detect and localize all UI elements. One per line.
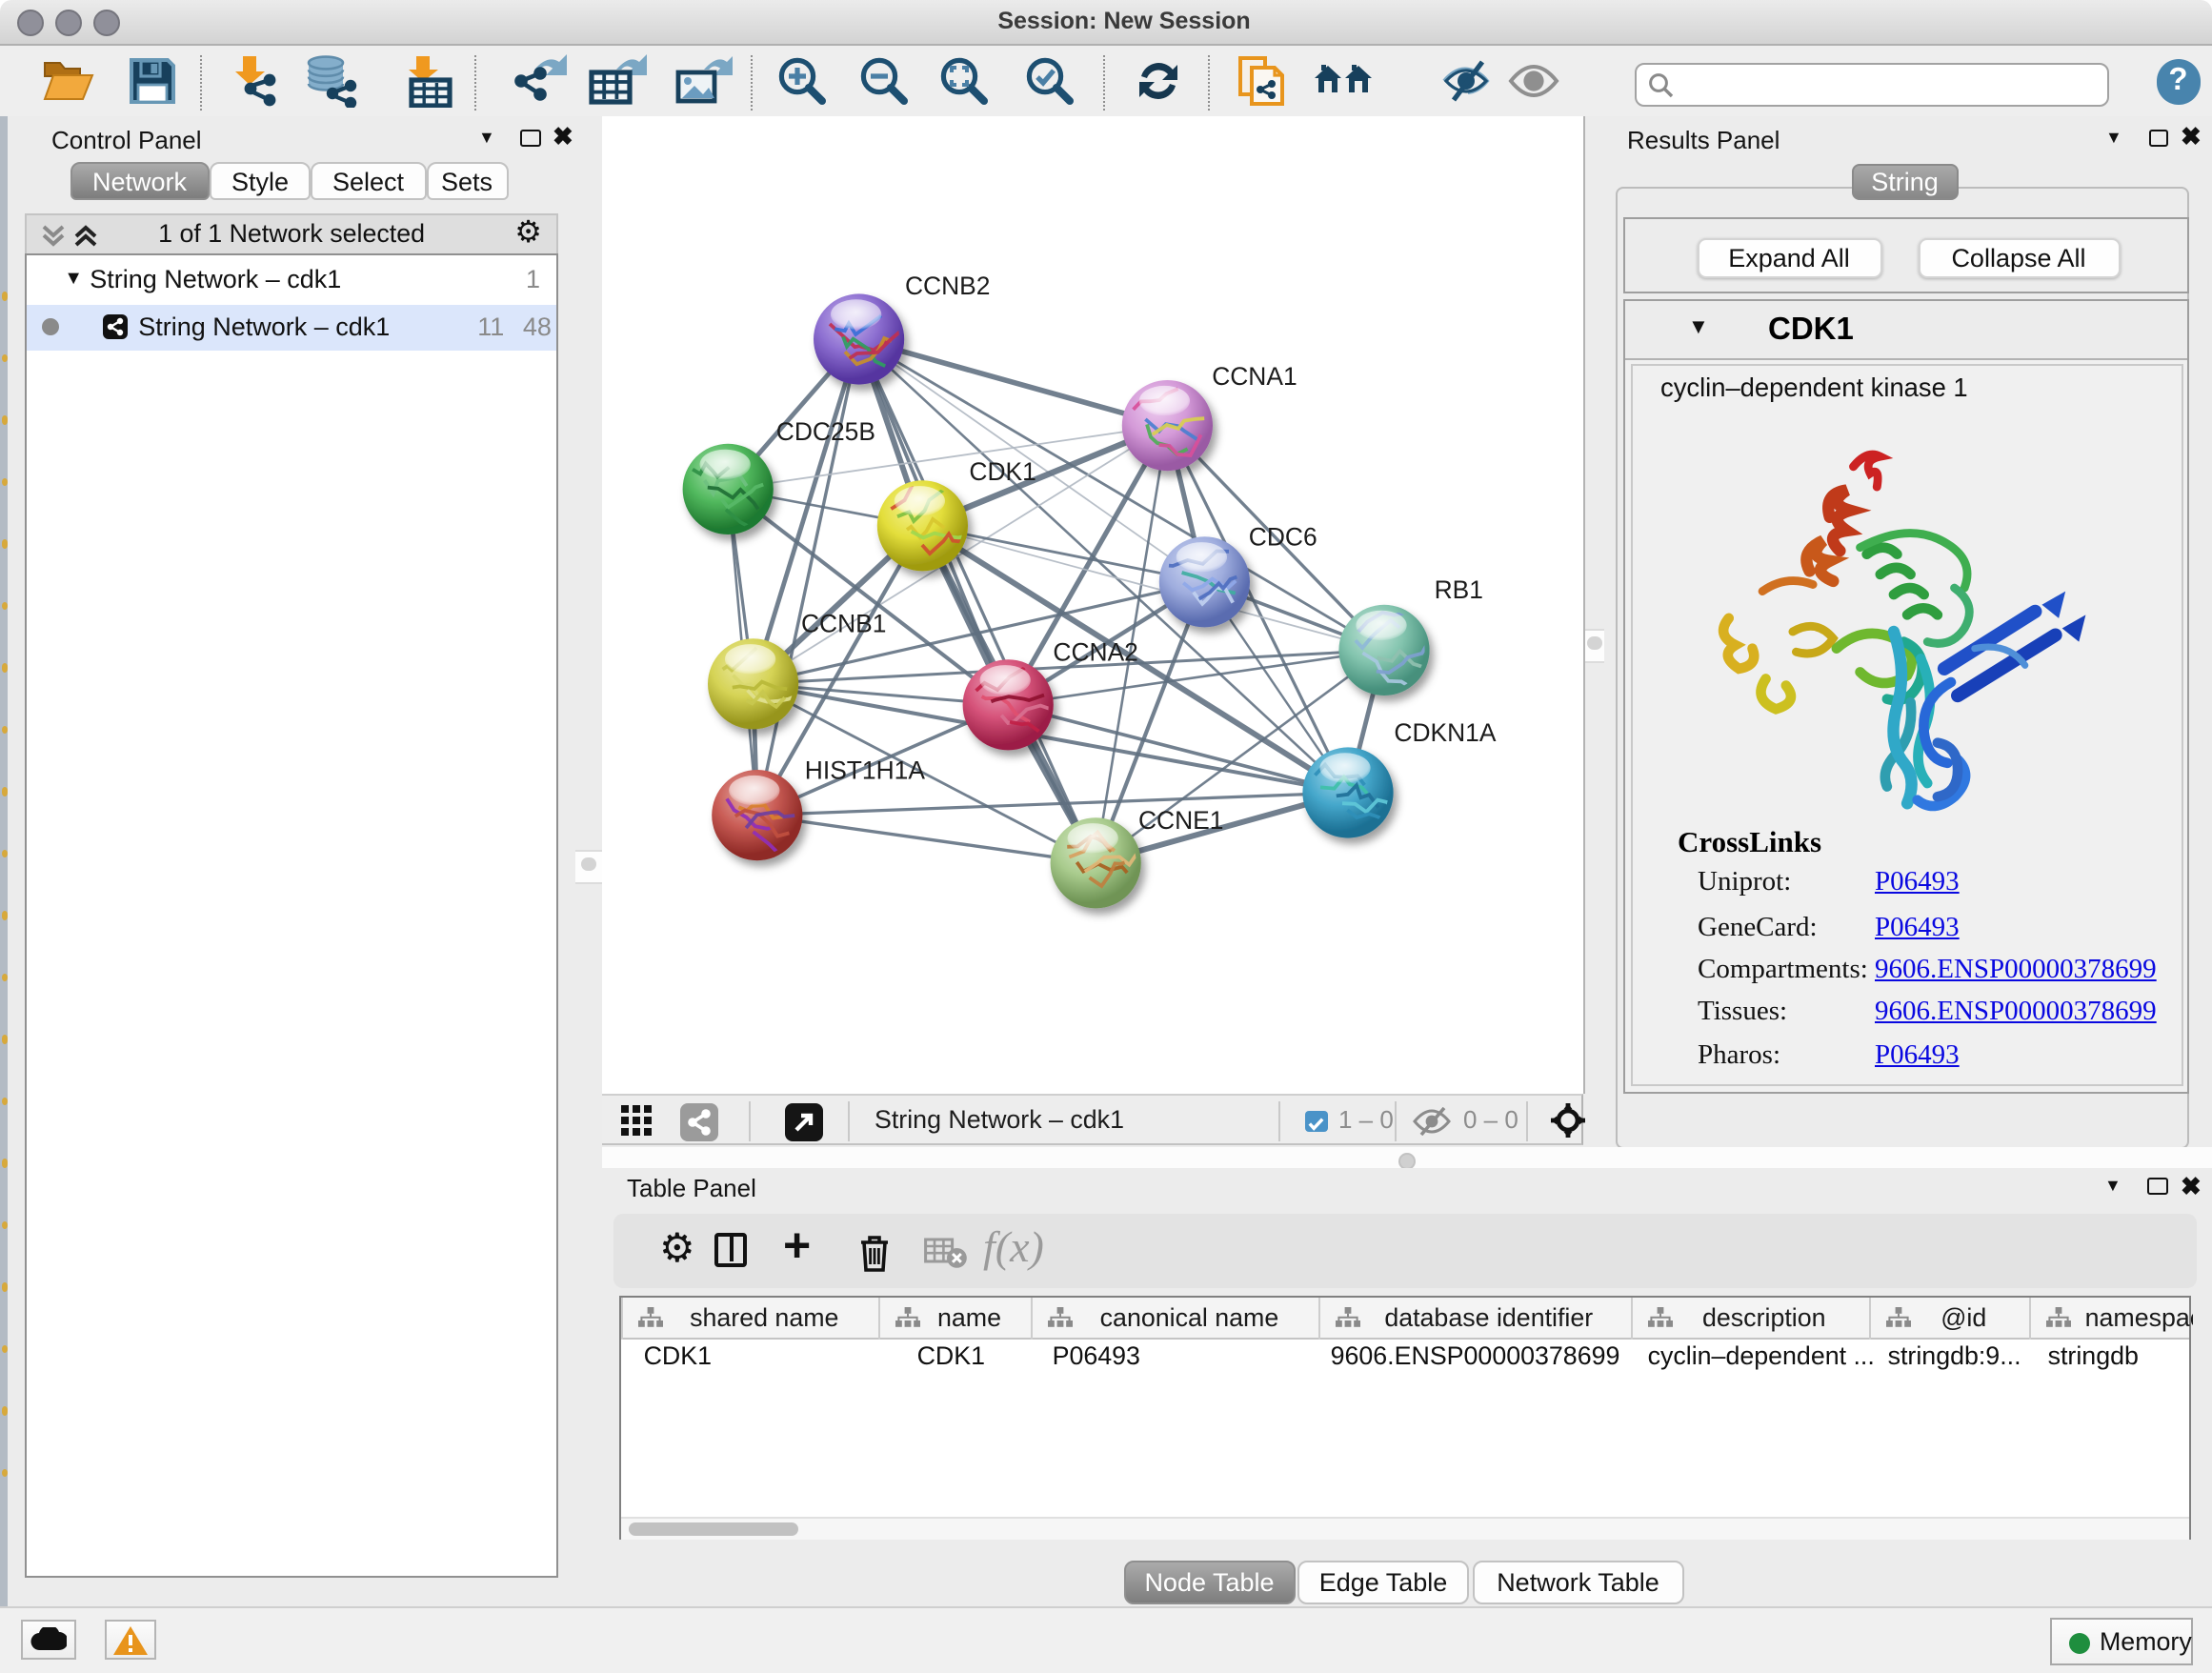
svg-text:CCNB1: CCNB1 — [800, 610, 885, 638]
svg-text:CCNB2: CCNB2 — [904, 272, 989, 300]
svg-text:CCNA2: CCNA2 — [1052, 638, 1136, 667]
svg-text:CCNA1: CCNA1 — [1211, 362, 1296, 391]
svg-text:CDK1: CDK1 — [968, 457, 1035, 486]
svg-text:CCNE1: CCNE1 — [1137, 806, 1222, 835]
svg-text:CDC25B: CDC25B — [775, 417, 875, 446]
svg-text:CDKN1A: CDKN1A — [1393, 718, 1495, 747]
svg-text:HIST1H1A: HIST1H1A — [804, 756, 925, 785]
svg-text:CDC6: CDC6 — [1248, 523, 1317, 552]
svg-text:RB1: RB1 — [1434, 575, 1482, 604]
